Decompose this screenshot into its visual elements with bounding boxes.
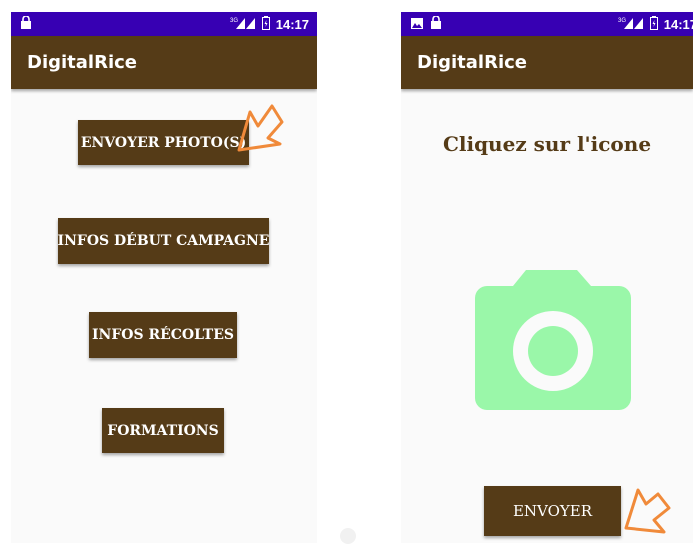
status-time: 14:17 (663, 17, 693, 32)
phone-screen-menu: 3G 14:17 DigitalRice ENVOYER PHOTO(S) IN… (11, 12, 317, 543)
trainings-button[interactable]: FORMATIONS (102, 408, 224, 453)
send-button[interactable]: ENVOYER (484, 486, 621, 536)
instruction-heading: Cliquez sur l'icone (442, 132, 652, 156)
arrow-pointer-icon (237, 104, 284, 152)
arrow-pointer-icon (624, 488, 671, 534)
image-icon (411, 17, 423, 32)
camera-icon[interactable] (473, 268, 633, 413)
phone-screen-upload: 3G 14:17 DigitalRice Cliquez sur l'icone… (401, 12, 693, 543)
nav-indicator (340, 528, 356, 544)
status-time: 14:17 (275, 17, 309, 32)
send-photos-button[interactable]: ENVOYER PHOTO(S) (78, 120, 249, 165)
app-bar: DigitalRice (11, 36, 317, 89)
network-type-label: 3G (618, 18, 626, 24)
campaign-info-button[interactable]: INFOS DÉBUT CAMPAGNE (58, 218, 269, 264)
app-title: DigitalRice (27, 52, 137, 73)
status-bar: 3G 14:17 (11, 12, 317, 36)
signal-icon: 3G (230, 16, 256, 33)
app-bar: DigitalRice (401, 36, 693, 89)
battery-icon (649, 16, 658, 33)
battery-icon (261, 16, 270, 33)
lock-icon (431, 15, 441, 32)
status-bar: 3G 14:17 (401, 12, 693, 36)
network-type-label: 3G (230, 18, 238, 24)
harvest-info-button[interactable]: INFOS RÉCOLTES (89, 312, 237, 358)
app-title: DigitalRice (417, 52, 527, 73)
signal-icon: 3G (618, 16, 644, 33)
lock-icon (21, 15, 31, 32)
